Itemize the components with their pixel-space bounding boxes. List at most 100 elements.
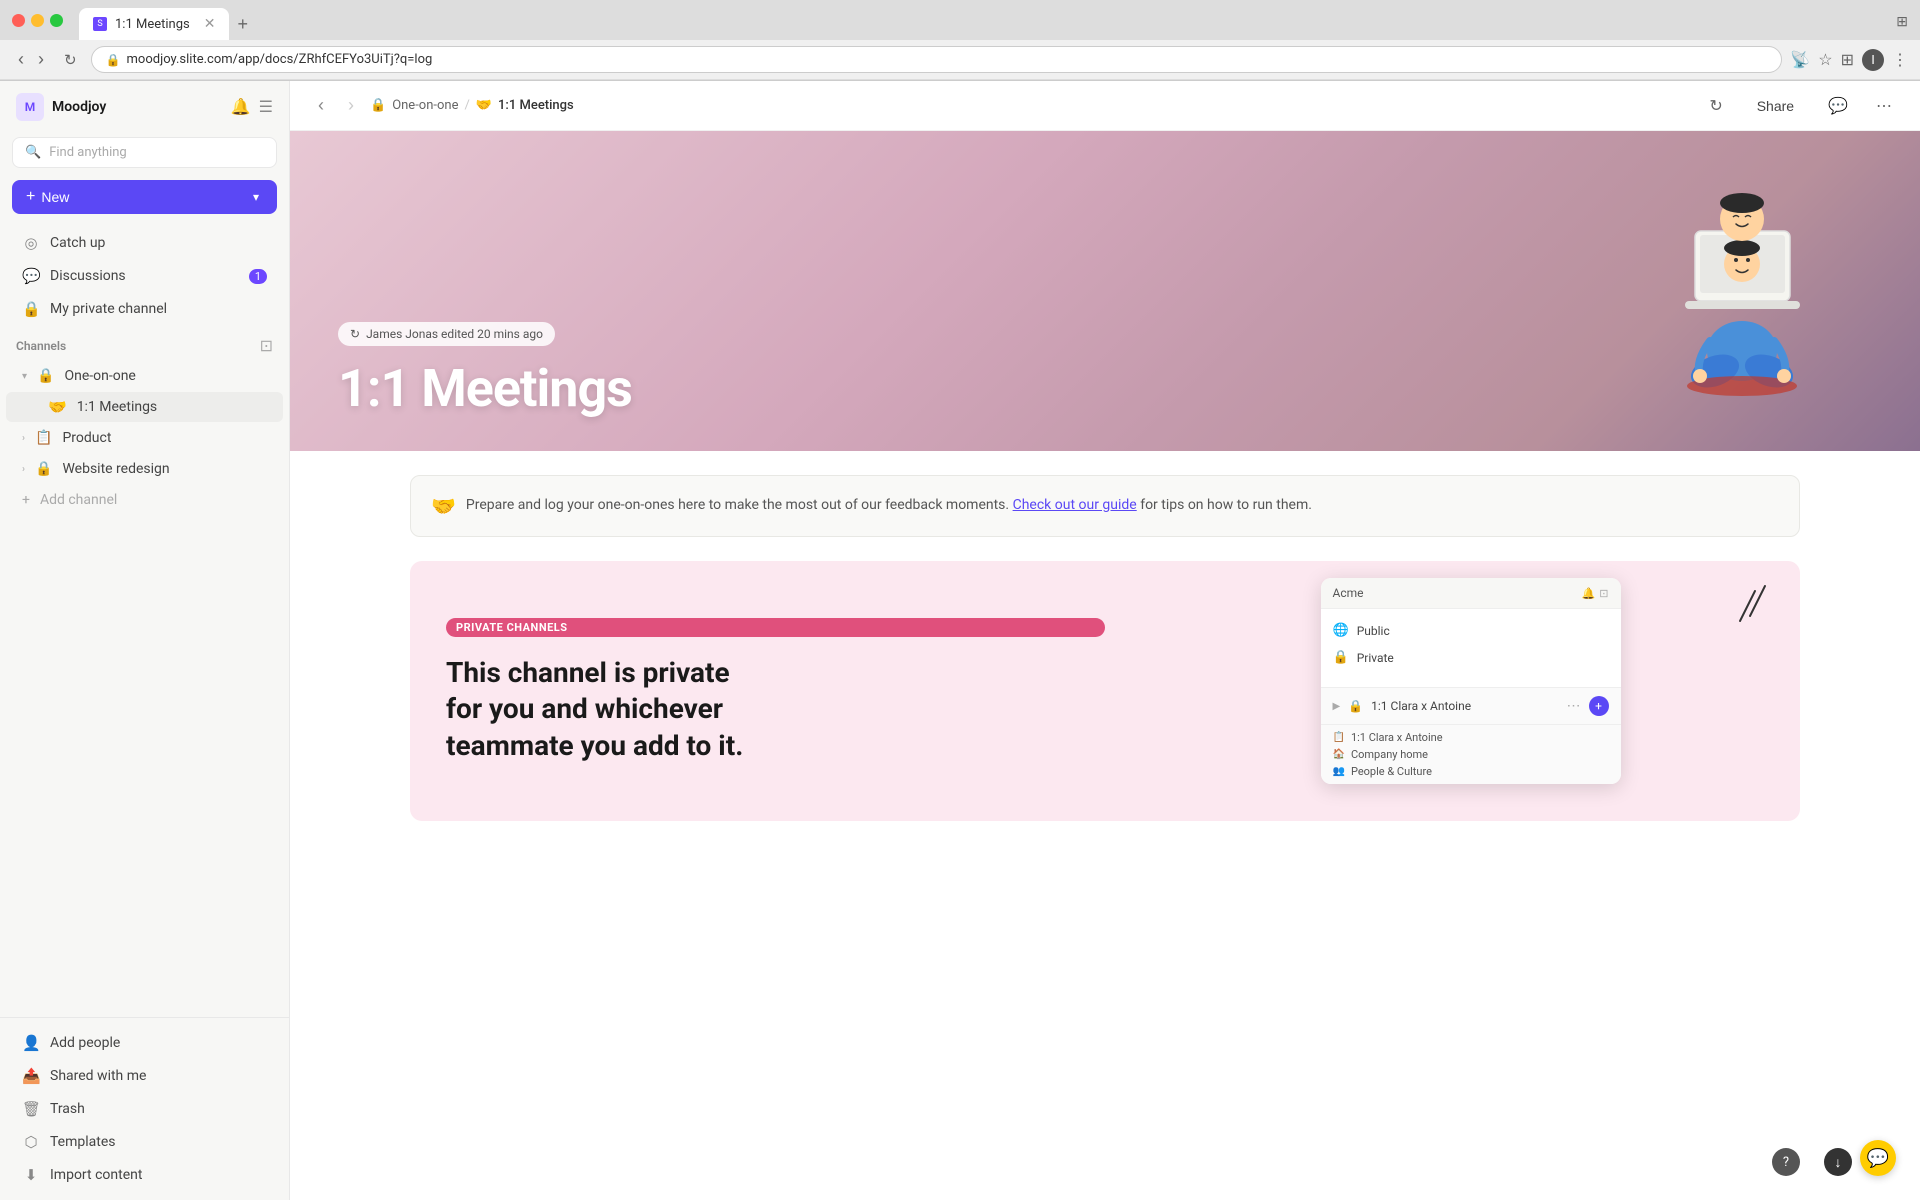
info-emoji: 🤝 bbox=[431, 494, 456, 518]
main-content: ‹ › 🔒 One-on-one / 🤝 1:1 Meetings ↻ Shar… bbox=[290, 81, 1920, 1200]
shared-with-me-icon: 📤 bbox=[22, 1067, 40, 1085]
product-label: Product bbox=[62, 430, 111, 446]
refresh-btn[interactable]: ↻ bbox=[1701, 92, 1730, 120]
search-bar[interactable]: 🔍 Find anything bbox=[12, 137, 277, 168]
add-channel-item[interactable]: + Add channel bbox=[6, 485, 283, 515]
mock-sub-item-1: 1:1 Clara x Antoine bbox=[1351, 731, 1443, 744]
mock-content: 🌐 Public 🔒 Private bbox=[1321, 609, 1621, 687]
scroll-down-btn[interactable]: ↓ bbox=[1824, 1148, 1852, 1176]
breadcrumb-parent[interactable]: One-on-one bbox=[392, 98, 458, 113]
comment-btn[interactable]: 💬 bbox=[1820, 92, 1856, 120]
doc-content-area: ↻ James Jonas edited 20 mins ago 1:1 Mee… bbox=[290, 131, 1920, 1200]
nav-next-btn[interactable]: › bbox=[340, 91, 362, 120]
sidebar-header: M Moodjoy 🔔 ☰ bbox=[0, 81, 289, 133]
extensions-icon[interactable]: ⊞ bbox=[1841, 50, 1854, 70]
new-plus-icon: + bbox=[26, 188, 35, 206]
mock-header: Acme 🔔 ⊡ bbox=[1321, 578, 1621, 609]
mock-workspace-name: Acme bbox=[1333, 586, 1364, 600]
breadcrumb: 🔒 One-on-one / 🤝 1:1 Meetings bbox=[370, 98, 574, 113]
tab-close-btn[interactable]: ✕ bbox=[204, 16, 216, 32]
hero-illustration bbox=[1640, 151, 1840, 421]
mock-public-icon: 🌐 bbox=[1333, 623, 1349, 638]
one-on-one-chevron: ▾ bbox=[22, 371, 27, 382]
channel-one-on-one[interactable]: ▾ 🔒 One-on-one bbox=[6, 361, 283, 391]
forward-button[interactable]: › bbox=[32, 47, 50, 72]
sidebar-trash[interactable]: 🗑 Trash bbox=[6, 1093, 283, 1125]
channel-product[interactable]: › 📋 Product bbox=[6, 423, 283, 453]
info-link[interactable]: Check out our guide bbox=[1013, 497, 1137, 513]
add-people-label: Add people bbox=[50, 1035, 120, 1051]
11-meetings-label: 1:1 Meetings bbox=[77, 399, 157, 415]
help-btn[interactable]: ? bbox=[1772, 1148, 1800, 1176]
card-left: PRIVATE CHANNELS This channel is private… bbox=[410, 561, 1141, 821]
website-lock-icon: 🔒 bbox=[35, 461, 52, 477]
trash-icon: 🗑 bbox=[22, 1100, 40, 1118]
catch-up-icon: ◎ bbox=[22, 234, 40, 252]
website-redesign-label: Website redesign bbox=[62, 461, 169, 477]
mock-expand-icon: ▶ bbox=[1333, 701, 1341, 712]
sidebar-add-people[interactable]: 👤 Add people bbox=[6, 1027, 283, 1059]
new-tab-button[interactable]: + bbox=[229, 10, 256, 39]
channels-section-header: Channels ⊡ bbox=[0, 326, 289, 360]
notification-bell[interactable]: 🔔 bbox=[231, 97, 251, 117]
topbar-actions: ↻ Share 💬 ⋯ bbox=[1701, 92, 1900, 120]
reload-button[interactable]: ↻ bbox=[58, 49, 83, 71]
cast-icon[interactable]: 📡 bbox=[1790, 50, 1810, 70]
menu-btn[interactable]: ⋮ bbox=[1892, 50, 1908, 70]
mock-icon-2: ⊡ bbox=[1599, 587, 1608, 600]
mock-row-private: 🔒 Private bbox=[1321, 644, 1621, 671]
11-meetings-emoji: 🤝 bbox=[48, 398, 67, 416]
mock-channel-row: ▶ 🔒 1:1 Clara x Antoine ⋯ + bbox=[1321, 687, 1621, 724]
sidebar-toggle[interactable]: ☰ bbox=[259, 97, 273, 117]
channels-collapse-btn[interactable]: ⊡ bbox=[260, 336, 273, 356]
mock-icon-1: 🔔 bbox=[1582, 587, 1596, 600]
sidebar-bottom: 👤 Add people 📤 Shared with me 🗑 Trash ⬡ … bbox=[0, 1017, 289, 1200]
back-button[interactable]: ‹ bbox=[12, 47, 30, 72]
bookmark-icon[interactable]: ☆ bbox=[1818, 50, 1832, 70]
info-main-text: Prepare and log your one-on-ones here to… bbox=[466, 497, 1009, 513]
edited-icon: ↻ bbox=[350, 327, 360, 341]
chat-bubble-btn[interactable]: 💬 bbox=[1860, 1140, 1896, 1176]
edited-badge: ↻ James Jonas edited 20 mins ago bbox=[338, 322, 555, 346]
window-minimize[interactable] bbox=[31, 14, 44, 27]
sidebar-item-catch-up[interactable]: ◎ Catch up bbox=[6, 227, 283, 259]
sidebar-templates[interactable]: ⬡ Templates bbox=[6, 1126, 283, 1158]
new-label: New bbox=[41, 189, 69, 205]
browser-tab-active[interactable]: S 1:1 Meetings ✕ bbox=[79, 8, 229, 40]
channel-11-meetings[interactable]: 🤝 1:1 Meetings bbox=[6, 392, 283, 422]
window-close[interactable] bbox=[12, 14, 25, 27]
new-button[interactable]: + New ▾ bbox=[12, 180, 277, 214]
sidebar-item-discussions[interactable]: 💬 Discussions 1 bbox=[6, 260, 283, 292]
sidebar-shared-with-me[interactable]: 📤 Shared with me bbox=[6, 1060, 283, 1092]
nav-prev-btn[interactable]: ‹ bbox=[310, 91, 332, 120]
window-maximize[interactable] bbox=[50, 14, 63, 27]
ssl-icon: 🔒 bbox=[106, 53, 121, 67]
add-channel-icon: + bbox=[22, 492, 30, 508]
address-bar[interactable]: 🔒 moodjoy.slite.com/app/docs/ZRhfCEFYo3U… bbox=[91, 46, 1783, 73]
tab-list-btn[interactable]: ⊞ bbox=[1896, 13, 1908, 30]
templates-label: Templates bbox=[50, 1134, 116, 1150]
trash-label: Trash bbox=[50, 1101, 85, 1117]
sidebar-import[interactable]: ⬇ Import content bbox=[6, 1159, 283, 1191]
profile-btn[interactable]: I bbox=[1862, 49, 1884, 71]
sidebar: M Moodjoy 🔔 ☰ 🔍 Find anything + New ▾ ◎ bbox=[0, 81, 290, 1200]
add-people-icon: 👤 bbox=[22, 1034, 40, 1052]
search-icon: 🔍 bbox=[25, 145, 41, 160]
more-options-btn[interactable]: ⋯ bbox=[1868, 92, 1900, 120]
sidebar-item-my-private-channel[interactable]: 🔒 My private channel bbox=[6, 293, 283, 325]
info-suffix: for tips on how to run them. bbox=[1140, 497, 1312, 513]
mock-sub-item-3: People & Culture bbox=[1351, 765, 1432, 778]
url-text: moodjoy.slite.com/app/docs/ZRhfCEFYo3UiT… bbox=[127, 52, 433, 67]
my-private-channel-label: My private channel bbox=[50, 301, 167, 317]
channel-website-redesign[interactable]: › 🔒 Website redesign bbox=[6, 454, 283, 484]
share-button[interactable]: Share bbox=[1743, 92, 1808, 120]
card-right: Acme 🔔 ⊡ 🌐 Public bbox=[1141, 561, 1800, 821]
new-dropdown-arrow[interactable]: ▾ bbox=[249, 188, 263, 206]
workspace-name: Moodjoy bbox=[52, 99, 106, 115]
breadcrumb-lock: 🔒 bbox=[370, 98, 386, 113]
workspace-info[interactable]: M Moodjoy bbox=[16, 93, 106, 121]
card-title: This channel is private for you and whic… bbox=[446, 655, 746, 764]
mock-ui: Acme 🔔 ⊡ 🌐 Public bbox=[1321, 578, 1621, 784]
catch-up-label: Catch up bbox=[50, 235, 105, 251]
import-icon: ⬇ bbox=[22, 1166, 40, 1184]
